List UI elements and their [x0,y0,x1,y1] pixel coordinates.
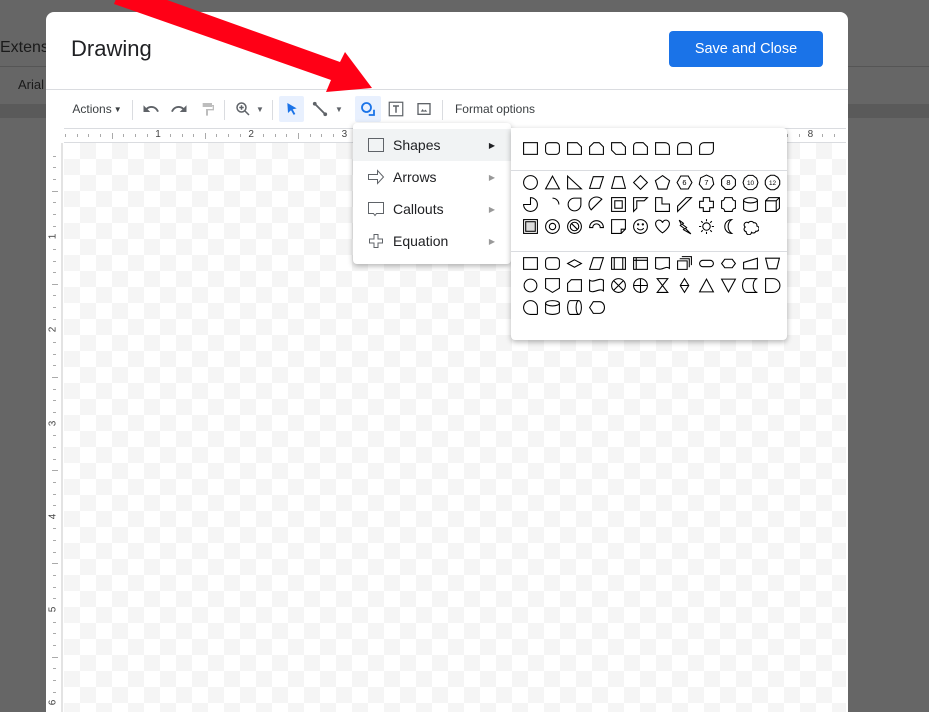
annotation-arrow [114,0,372,92]
